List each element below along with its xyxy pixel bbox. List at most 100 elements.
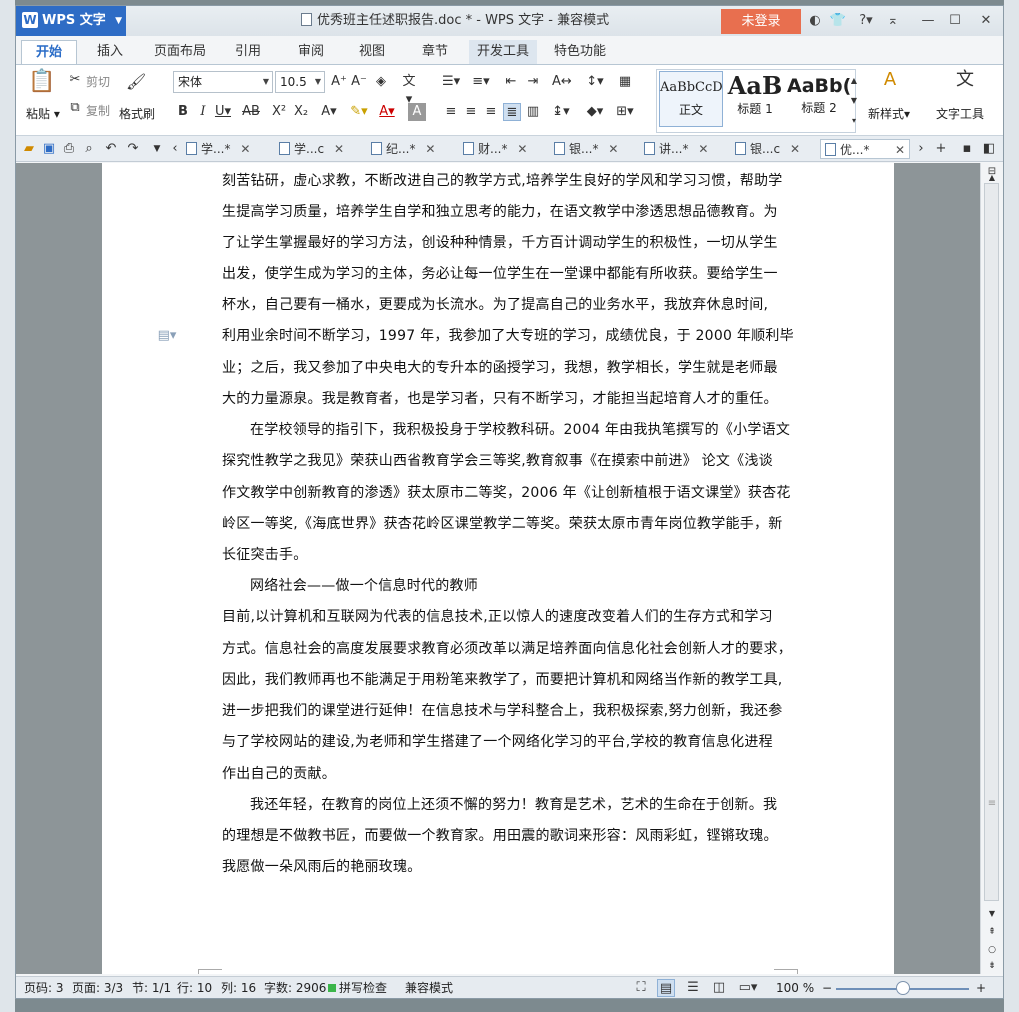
doc-tab-4[interactable]: 财...* ✕	[463, 139, 527, 159]
maximize-icon[interactable]: ☐	[946, 11, 964, 31]
paragraph-marker-icon[interactable]: ▤▾	[152, 327, 182, 345]
collapse-ribbon-icon[interactable]: ⌅	[884, 11, 902, 31]
scroll-down-icon[interactable]: ▼	[983, 905, 1001, 923]
clear-format-icon[interactable]: ◈	[372, 73, 390, 91]
minimize-icon[interactable]: —	[919, 11, 937, 31]
highlight-icon[interactable]: ✎▾	[350, 103, 368, 121]
save-icon[interactable]: ▣	[40, 140, 58, 158]
char-scaling-icon[interactable]: A↔	[552, 73, 572, 91]
shrink-font-icon[interactable]: A⁻	[350, 73, 368, 91]
tab-insert[interactable]: 插入	[88, 40, 132, 64]
superscript-icon[interactable]: X²	[270, 103, 288, 121]
zoom-in-icon[interactable]: +	[976, 977, 986, 998]
tab-developer[interactable]: 开发工具	[469, 40, 537, 64]
open-folder-icon[interactable]: ▰	[20, 140, 38, 158]
close-icon[interactable]: ✕	[790, 139, 800, 159]
char-shading-icon[interactable]: A	[408, 103, 426, 121]
tab-review[interactable]: 审阅	[291, 40, 331, 64]
grow-font-icon[interactable]: A⁺	[330, 73, 348, 91]
page-view-icon[interactable]: ▤	[657, 979, 675, 997]
font-color-icon[interactable]: A▾	[378, 103, 396, 121]
new-style-button[interactable]: 新样式▾	[868, 105, 910, 122]
zoom-level[interactable]: 100 %	[776, 977, 814, 998]
tab-scroll-left-icon[interactable]: ‹	[166, 140, 184, 158]
zoom-out-icon[interactable]: −	[822, 977, 832, 998]
number-list-icon[interactable]: ≡▾	[472, 73, 490, 91]
close-icon[interactable]: ✕	[425, 139, 435, 159]
next-page-icon[interactable]: ⇟	[983, 957, 1001, 975]
align-center-icon[interactable]: ≡	[462, 103, 480, 121]
print-preview-icon[interactable]: ⌕	[80, 140, 98, 158]
login-button[interactable]: 未登录	[721, 9, 801, 34]
doc-tab-6[interactable]: 讲...* ✕	[644, 139, 708, 159]
paste-button[interactable]: 粘贴 ▾	[26, 105, 60, 122]
paint-bucket-icon[interactable]: ◆▾	[586, 103, 604, 121]
border-icon[interactable]: ⊞▾	[616, 103, 634, 121]
tab-menu-icon[interactable]: ◧	[980, 140, 998, 158]
zoom-slider-knob[interactable]	[896, 981, 910, 995]
table-grid-icon[interactable]: ▦	[616, 73, 634, 91]
close-icon[interactable]: ✕	[977, 11, 995, 31]
app-menu-button[interactable]: W WPS 文字 ▼	[16, 6, 126, 36]
customize-icon[interactable]: ▼	[148, 140, 166, 158]
line-spacing-icon[interactable]: ↨▾	[552, 103, 570, 121]
close-icon[interactable]: ✕	[517, 139, 527, 159]
italic-icon[interactable]: I	[194, 103, 212, 121]
doc-tab-active[interactable]: 优...* ✕	[820, 139, 910, 159]
tab-view[interactable]: 视图	[352, 40, 392, 64]
shirt-icon[interactable]: 👕	[829, 11, 847, 31]
close-icon[interactable]: ✕	[334, 139, 344, 159]
print-icon[interactable]: ⎙	[60, 140, 78, 158]
cut-button[interactable]: 剪切	[86, 73, 110, 90]
bullet-list-icon[interactable]: ☰▾	[442, 73, 460, 91]
tab-home[interactable]: 开始	[21, 40, 77, 64]
new-tab-icon[interactable]: +	[932, 140, 950, 158]
justify-icon[interactable]: ≣	[503, 103, 521, 121]
bold-icon[interactable]: B	[174, 103, 192, 121]
doc-tab-2[interactable]: 学...c ✕	[279, 139, 344, 159]
style-heading2[interactable]: AaBb( 标题 2	[787, 71, 851, 127]
redo-icon[interactable]: ↷	[124, 140, 142, 158]
font-size-select[interactable]: 10.5 ▼	[275, 71, 325, 93]
vertical-scrollbar[interactable]: ⊟ ▲ ≡ ▼ ⇞ ○ ⇟	[980, 163, 1003, 974]
paste-icon[interactable]: 📋	[28, 71, 56, 101]
align-left-icon[interactable]: ≡	[442, 103, 460, 121]
doc-tab-1[interactable]: 学...* ✕	[186, 139, 250, 159]
outline-view-icon[interactable]: ☰	[684, 979, 702, 997]
prev-page-icon[interactable]: ⇞	[983, 923, 1001, 941]
format-painter-button[interactable]: 格式刷	[119, 105, 155, 122]
document-page[interactable]: ▤▾ 刻苦钻研，虚心求教，不断改进自己的教学方式,培养学生良好的学风和学习习惯，…	[102, 163, 894, 974]
status-word-count[interactable]: 字数: 2906	[264, 977, 326, 998]
skin-icon[interactable]: ◐	[806, 11, 824, 31]
subscript-icon[interactable]: X₂	[292, 103, 310, 121]
style-scroll-icon[interactable]: ▲ ▼ ▾	[849, 71, 859, 131]
doc-tab-7[interactable]: 银...c ✕	[735, 139, 800, 159]
fullscreen-icon[interactable]: ⛶	[632, 979, 650, 997]
reading-view-icon[interactable]: ▭▾	[734, 979, 762, 997]
sort-icon[interactable]: ↕▾	[586, 73, 604, 91]
tab-chapter[interactable]: 章节	[415, 40, 455, 64]
style-normal[interactable]: AaBbCcD 正文	[659, 71, 723, 127]
close-icon[interactable]: ✕	[240, 139, 250, 159]
doc-tab-3[interactable]: 纪...* ✕	[371, 139, 435, 159]
web-view-icon[interactable]: ◫	[710, 979, 728, 997]
phonetic-icon[interactable]: 文▾	[400, 73, 418, 107]
text-effect-icon[interactable]: A▾	[320, 103, 338, 121]
tab-list-icon[interactable]: ▪	[958, 140, 976, 158]
style-heading1[interactable]: AaB 标题 1	[723, 71, 787, 127]
align-right-icon[interactable]: ≡	[482, 103, 500, 121]
scrollbar-thumb[interactable]	[984, 183, 999, 901]
undo-icon[interactable]: ↶	[102, 140, 120, 158]
tab-page-layout[interactable]: 页面布局	[149, 40, 211, 64]
spellcheck-button[interactable]: 拼写检查	[339, 977, 387, 998]
close-icon[interactable]: ✕	[608, 139, 618, 159]
strikethrough-icon[interactable]: AB	[242, 103, 260, 121]
increase-indent-icon[interactable]: ⇥	[524, 73, 542, 91]
tab-scroll-right-icon[interactable]: ›	[912, 140, 930, 158]
close-icon[interactable]: ✕	[698, 139, 708, 159]
text-tools-button[interactable]: 文字工具	[936, 105, 984, 122]
doc-tab-5[interactable]: 银...* ✕	[554, 139, 618, 159]
tab-references[interactable]: 引用	[228, 40, 268, 64]
tab-special[interactable]: 特色功能	[548, 40, 612, 64]
underline-icon[interactable]: U▾	[214, 103, 232, 121]
